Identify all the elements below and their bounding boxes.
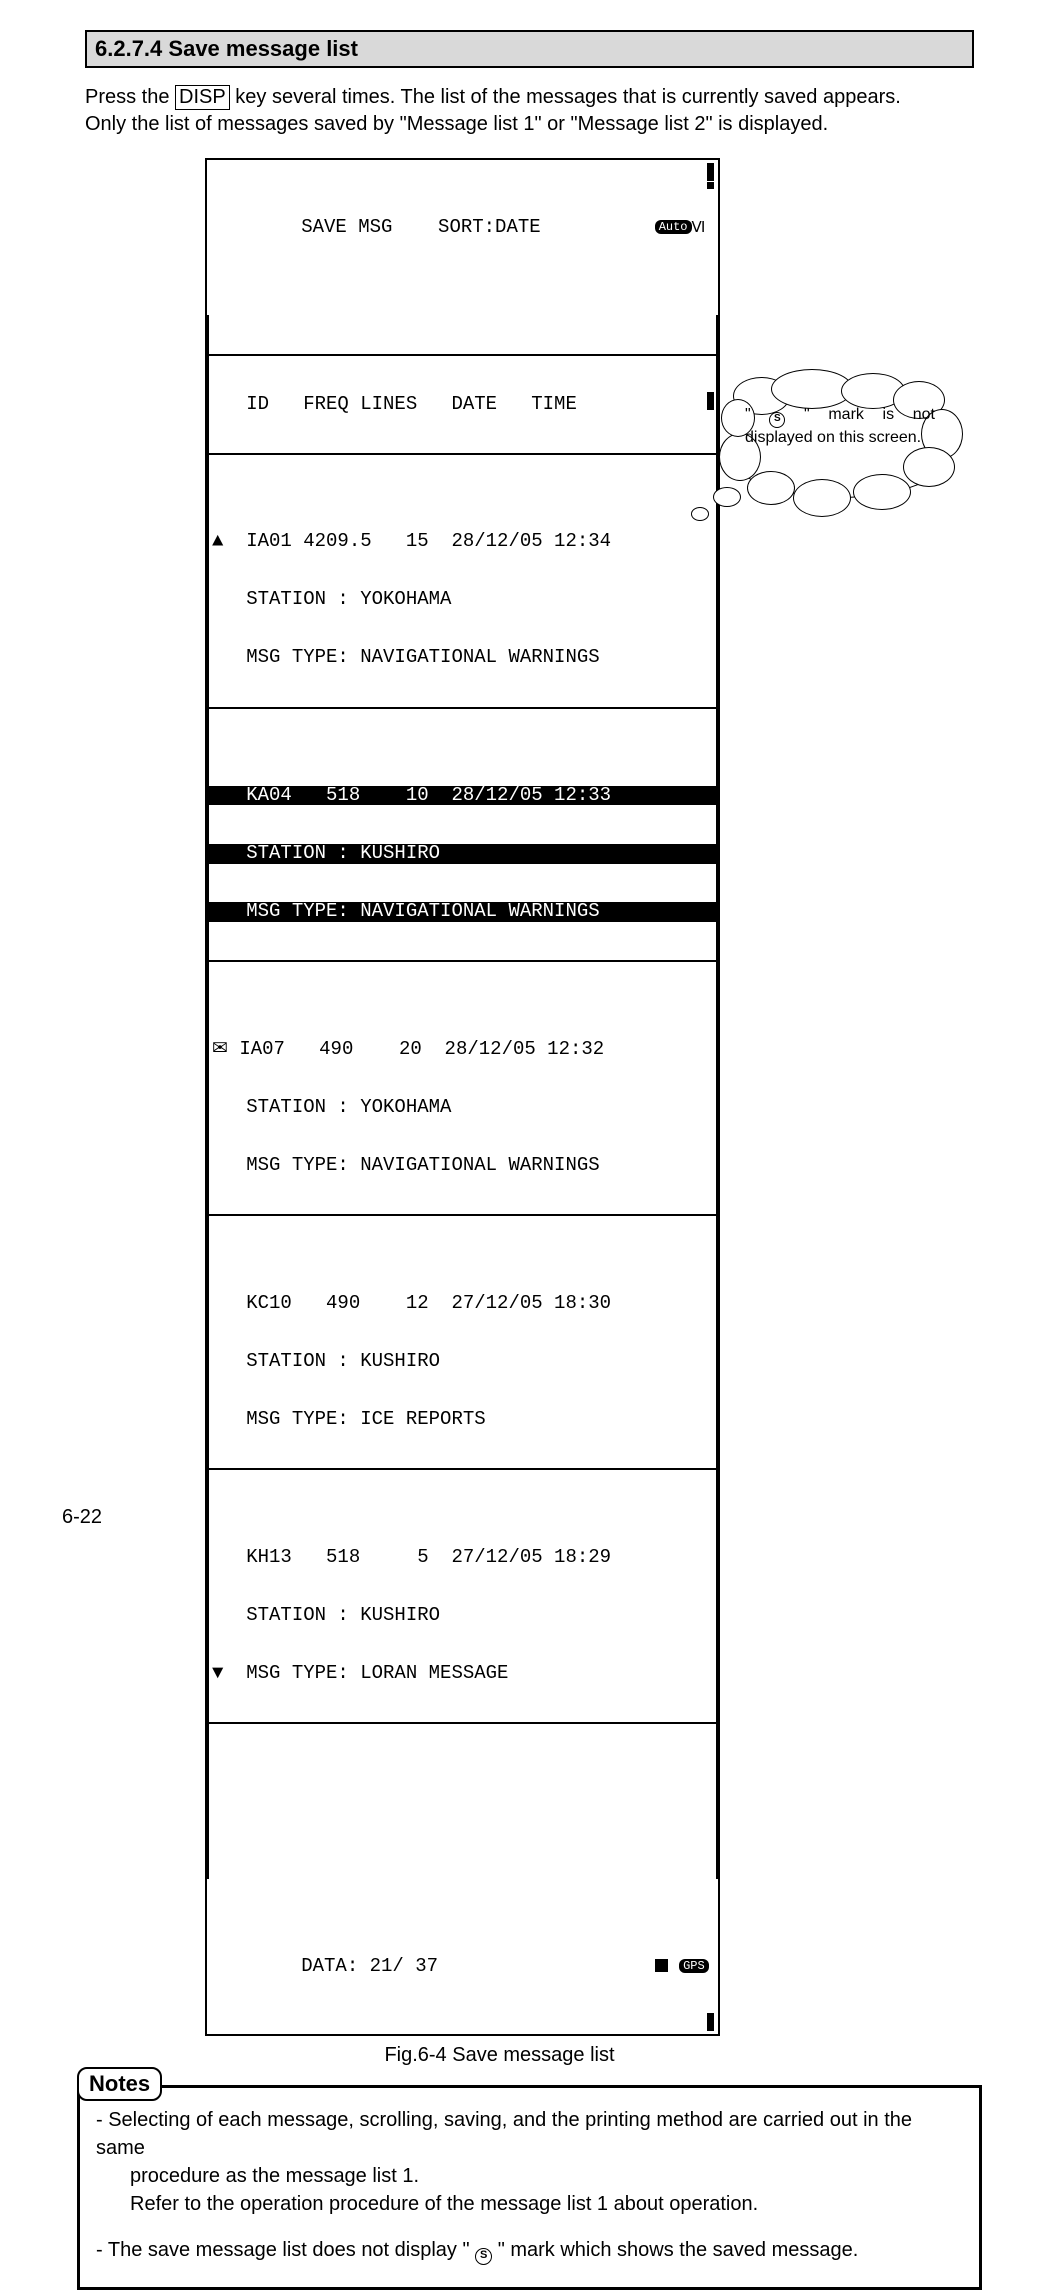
- row-line1: IA07 490 20 28/12/05 12:32: [228, 1038, 604, 1060]
- terminal-body: ID FREQ LINES DATE TIME ▲ IA01 4209.5 15…: [207, 315, 718, 1879]
- hr-row: [209, 1214, 716, 1216]
- intro-post: key several times. The list of the messa…: [230, 86, 901, 108]
- hr-row: [209, 707, 716, 709]
- row-line3: MSG TYPE: NAVIGATIONAL WARNINGS: [223, 646, 599, 668]
- table-row: KH13 518 5 27/12/05 18:29: [209, 1548, 716, 1567]
- row-line2: STATION : YOKOHAMA: [223, 588, 451, 610]
- table-row-selected: MSG TYPE: NAVIGATIONAL WARNINGS: [209, 902, 716, 921]
- gps-badge-icon: GPS: [679, 1959, 709, 1973]
- intro-line2: Only the list of messages saved by "Mess…: [85, 113, 828, 135]
- table-row: MSG TYPE: NAVIGATIONAL WARNINGS: [209, 1156, 716, 1175]
- up-arrow-icon: ▲: [212, 530, 223, 552]
- table-row-selected: STATION : KUSHIRO: [209, 844, 716, 863]
- note2-pre: - The save message list does not display…: [96, 2239, 475, 2261]
- table-row: KC10 490 12 27/12/05 18:30: [209, 1294, 716, 1313]
- table-row-selected: KA04 518 10 28/12/05 12:33: [209, 786, 716, 805]
- notes-section: Notes - Selecting of each message, scrol…: [85, 2085, 974, 2290]
- table-row: STATION : YOKOHAMA: [209, 1098, 716, 1117]
- section-number: 6.2.7.4: [95, 36, 162, 61]
- table-row: ▼ MSG TYPE: LORAN MESSAGE: [209, 1664, 716, 1683]
- section-header: 6.2.7.4 Save message list: [85, 30, 974, 68]
- table-row: STATION : KUSHIRO: [209, 1352, 716, 1371]
- row-line1: IA01 4209.5 15 28/12/05 12:34: [223, 530, 611, 552]
- hr-top: [209, 354, 716, 356]
- terminal-screen: SAVE MSG SORT:DATE AutoⅥ ID FREQ LINES D…: [205, 158, 720, 2036]
- row-line3: MSG TYPE: NAVIGATIONAL WARNINGS: [223, 900, 599, 922]
- terminal-title-row: SAVE MSG SORT:DATE AutoⅥ: [207, 199, 718, 257]
- terminal-footer-row: DATA: 21/ 37 GPS: [207, 1937, 718, 1995]
- row-line2: STATION : YOKOHAMA: [223, 1096, 451, 1118]
- save-mark-icon: S: [475, 2248, 492, 2265]
- terminal-footer-text: DATA: 21/ 37: [301, 1955, 438, 1977]
- mail-status-icon: [655, 1959, 668, 1972]
- table-row: MSG TYPE: ICE REPORTS: [209, 1410, 716, 1429]
- hr-bottom: [209, 1722, 716, 1724]
- table-row: STATION : KUSHIRO: [209, 1606, 716, 1625]
- roman-six-icon: Ⅵ: [692, 219, 706, 236]
- row-line3: MSG TYPE: LORAN MESSAGE: [223, 1662, 508, 1684]
- callout-text: " S " mark is not displayed on this scre…: [745, 405, 935, 449]
- scrollbar-top-icon: [707, 163, 714, 181]
- auto-badge-icon: Auto: [655, 220, 692, 234]
- table-row: ▲ IA01 4209.5 15 28/12/05 12:34: [209, 532, 716, 551]
- notes-box: - Selecting of each message, scrolling, …: [77, 2085, 982, 2290]
- row-line3: MSG TYPE: NAVIGATIONAL WARNINGS: [223, 1154, 599, 1176]
- scrollbar-thumb-icon: [707, 182, 714, 189]
- page-number: 6-22: [62, 1506, 102, 1529]
- row-line3: MSG TYPE: ICE REPORTS: [223, 1408, 485, 1430]
- row-line2: STATION : KUSHIRO: [223, 1350, 440, 1372]
- mail-icon: ✉: [212, 1038, 228, 1060]
- disp-key: DISP: [175, 85, 230, 110]
- intro-paragraph: Press the DISP key several times. The li…: [85, 84, 974, 138]
- figure-caption: Fig.6-4 Save message list: [25, 2044, 974, 2067]
- callout-cloud: " S " mark is not displayed on this scre…: [730, 388, 990, 548]
- down-arrow-icon: ▼: [212, 1662, 223, 1684]
- row-line2: STATION : KUSHIRO: [223, 1604, 440, 1626]
- hr-row: [209, 960, 716, 962]
- row-line1: KA04 518 10 28/12/05 12:33: [223, 784, 611, 806]
- note2-post: " mark which shows the saved message.: [492, 2239, 858, 2261]
- hr-header: [209, 453, 716, 455]
- note1-line2: procedure as the message list 1.: [96, 2162, 963, 2190]
- terminal-header-row: ID FREQ LINES DATE TIME: [209, 395, 716, 414]
- row-line2: STATION : KUSHIRO: [223, 842, 440, 864]
- hr-row: [209, 1468, 716, 1470]
- note-item-2: - The save message list does not display…: [96, 2236, 963, 2265]
- save-mark-icon: S: [769, 412, 785, 428]
- table-row: STATION : YOKOHAMA: [209, 590, 716, 609]
- note1-line1: - Selecting of each message, scrolling, …: [96, 2109, 912, 2159]
- scrollbar-mid-icon: [707, 392, 714, 410]
- row-line1: KH13 518 5 27/12/05 18:29: [223, 1546, 611, 1568]
- intro-pre: Press the: [85, 86, 175, 108]
- scrollbar-bottom-icon: [707, 2013, 714, 2031]
- terminal-title-text: SAVE MSG SORT:DATE: [301, 216, 540, 238]
- callout-quote-open: ": [745, 406, 769, 423]
- table-row: MSG TYPE: NAVIGATIONAL WARNINGS: [209, 648, 716, 667]
- notes-label: Notes: [77, 2067, 162, 2101]
- note1-line3: Refer to the operation procedure of the …: [96, 2190, 963, 2218]
- section-title: Save message list: [168, 36, 358, 61]
- note-item-1: - Selecting of each message, scrolling, …: [96, 2106, 963, 2218]
- table-row: ✉ IA07 490 20 28/12/05 12:32: [209, 1040, 716, 1059]
- row-line1: KC10 490 12 27/12/05 18:30: [223, 1292, 611, 1314]
